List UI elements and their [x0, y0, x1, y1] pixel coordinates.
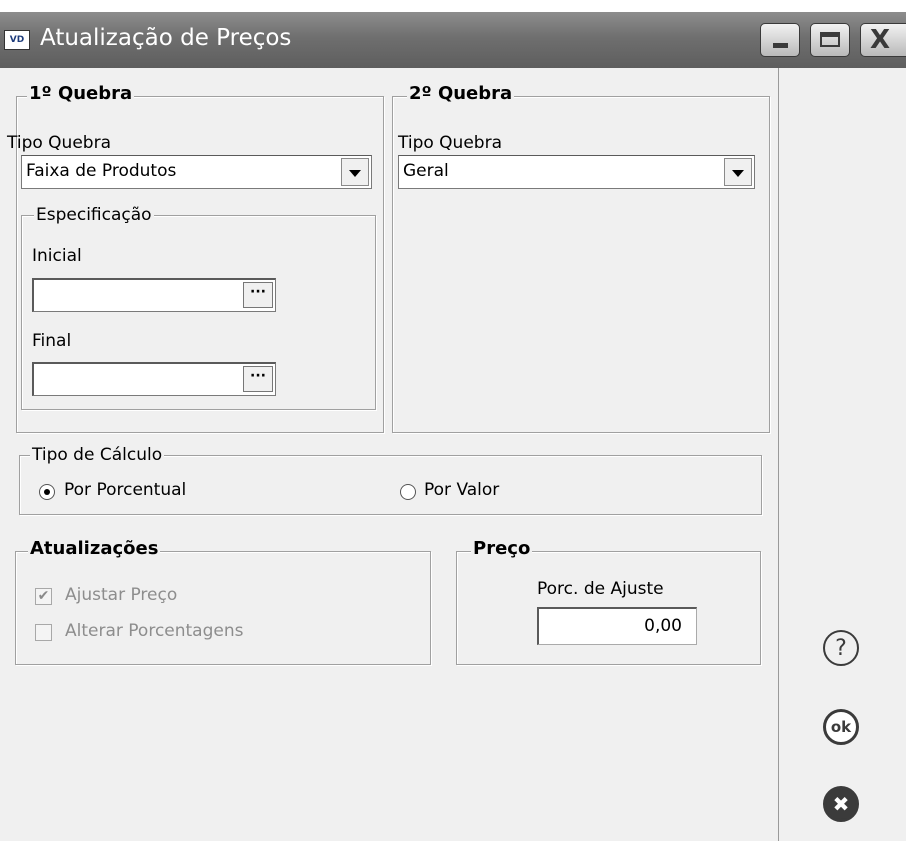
dropdown-arrow-icon[interactable] — [341, 158, 369, 186]
quebra2-group: 2º Quebra Tipo Quebra Geral — [392, 83, 770, 433]
inicial-input[interactable]: ··· — [32, 278, 276, 312]
alterar-porcentagens-checkbox[interactable] — [35, 624, 52, 641]
app-icon: VD — [4, 30, 30, 50]
por-valor-radio[interactable] — [400, 484, 416, 500]
help-icon: ? — [835, 635, 847, 661]
atualizacoes-legend: Atualizações — [28, 538, 161, 560]
quebra2-tipo-select[interactable]: Geral — [398, 155, 755, 189]
quebra1-group: 1º Quebra Tipo Quebra Faixa de Produtos … — [7, 83, 384, 433]
especificacao-legend: Especificação — [34, 204, 154, 226]
por-porcentual-label[interactable]: Por Porcentual — [64, 480, 186, 500]
porc-ajuste-input[interactable]: 0,00 — [537, 607, 697, 645]
ellipsis-icon[interactable]: ··· — [243, 366, 273, 392]
close-icon: X — [870, 25, 891, 55]
window-title: Atualização de Preços — [40, 25, 292, 51]
preco-legend: Preço — [471, 538, 533, 560]
tipo-calculo-legend: Tipo de Cálculo — [30, 444, 165, 466]
minimize-button[interactable] — [760, 23, 800, 57]
cancel-icon: ✖ — [832, 792, 850, 816]
ajustar-preco-checkbox[interactable]: ✔ — [35, 588, 52, 605]
alterar-porcentagens-label[interactable]: Alterar Porcentagens — [65, 621, 243, 641]
quebra2-legend: 2º Quebra — [407, 83, 515, 105]
ajustar-preco-label[interactable]: Ajustar Preço — [65, 585, 177, 605]
especificacao-group: Especificação Inicial ··· Final ··· — [21, 204, 376, 410]
final-input[interactable]: ··· — [32, 362, 276, 396]
atualizacoes-group: Atualizações ✔ Ajustar Preço Alterar Por… — [15, 538, 431, 665]
close-button[interactable]: X — [860, 23, 906, 57]
ok-icon: ok — [830, 718, 852, 736]
quebra1-tipo-value: Faixa de Produtos — [26, 161, 177, 181]
title-bar[interactable]: VD Atualização de Preços X — [0, 12, 906, 68]
quebra1-legend: 1º Quebra — [27, 83, 135, 105]
final-label: Final — [32, 331, 72, 351]
cancel-button[interactable]: ✖ — [823, 786, 859, 822]
ok-button[interactable]: ok — [823, 709, 859, 745]
por-valor-label[interactable]: Por Valor — [424, 480, 499, 500]
help-button[interactable]: ? — [823, 630, 859, 666]
preco-group: Preço Porc. de Ajuste 0,00 — [456, 538, 761, 665]
maximize-button[interactable] — [810, 23, 850, 57]
porc-ajuste-label: Porc. de Ajuste — [537, 579, 664, 599]
quebra1-tipo-select[interactable]: Faixa de Produtos — [21, 155, 372, 189]
ellipsis-icon[interactable]: ··· — [243, 282, 273, 308]
update-prices-window: VD Atualização de Preços X 1º Quebra Tip… — [0, 12, 906, 841]
side-panel: ? ok ✖ — [778, 68, 906, 841]
inicial-label: Inicial — [32, 246, 82, 266]
por-porcentual-radio[interactable] — [39, 484, 55, 500]
quebra2-tipo-value: Geral — [403, 161, 449, 181]
quebra2-tipo-label: Tipo Quebra — [398, 133, 502, 153]
dropdown-arrow-icon[interactable] — [724, 158, 752, 186]
tipo-calculo-group: Tipo de Cálculo Por Porcentual Por Valor — [19, 444, 762, 515]
quebra1-tipo-label: Tipo Quebra — [7, 133, 111, 153]
